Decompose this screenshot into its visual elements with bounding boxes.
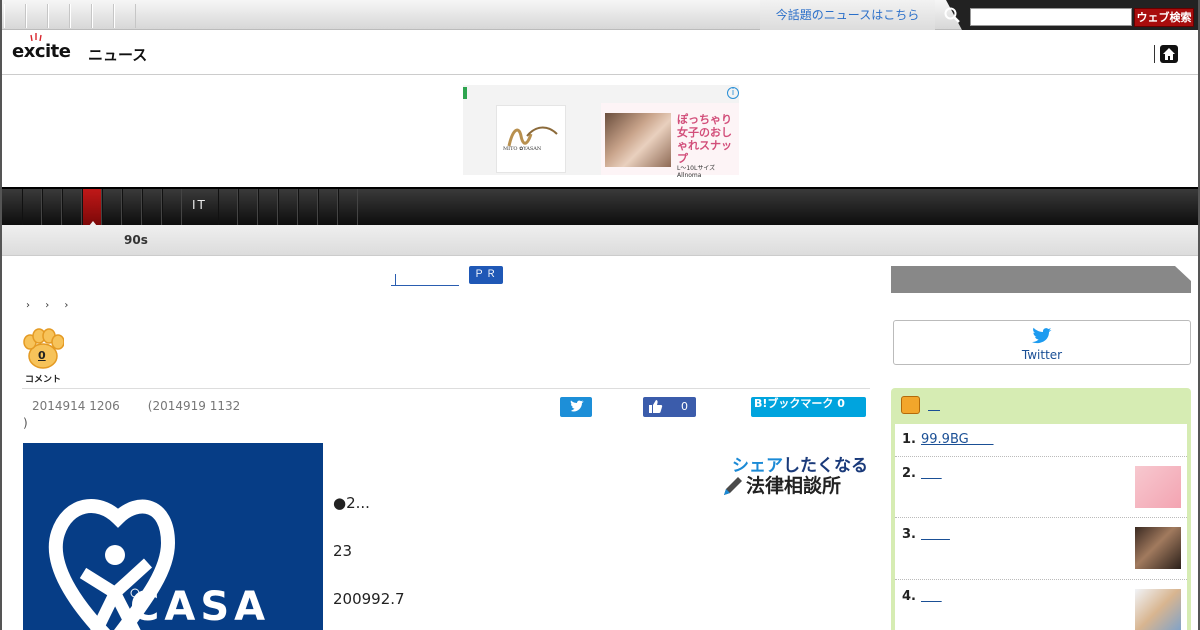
ad-brand-name: MITO ✿YASAN: [503, 146, 542, 152]
category-tab[interactable]: [102, 189, 122, 225]
article-dates: 2014914 1206 (2014919 1132: [32, 399, 240, 413]
facebook-like-button[interactable]: 0: [643, 397, 696, 417]
category-tab[interactable]: [122, 189, 142, 225]
category-tab[interactable]: [318, 189, 338, 225]
comment-count[interactable]: 0: [38, 349, 46, 362]
ad-brand-logo[interactable]: MITO ✿YASAN: [496, 105, 566, 173]
category-tab[interactable]: [142, 189, 162, 225]
ad-banner-copy: ぽっちゃり女子のおしゃれスナップ: [677, 113, 732, 165]
divider: [22, 388, 870, 389]
brand-monogram-icon: [507, 126, 558, 147]
category-nav: [2, 187, 1198, 226]
logo-subtitle: ニュース: [88, 46, 148, 64]
top-bar: 今話題のニュースはこちら ウェブ検索: [2, 0, 1198, 30]
ranking-item[interactable]: 3.: [895, 518, 1187, 580]
ad-banner-footer: L〜10Lサイズ Allnoma: [677, 165, 716, 179]
home-icon: [1163, 48, 1175, 60]
ranking-icon: [901, 396, 920, 414]
ranking-list: 1. 99.9BG 2. 3. 4.: [895, 424, 1187, 630]
home-button[interactable]: [1160, 45, 1178, 63]
breadcrumb: › › ›: [26, 300, 80, 311]
ad-banner[interactable]: ぽっちゃり女子のおしゃれスナップ L〜10Lサイズ Allnoma: [601, 103, 739, 179]
category-tab[interactable]: [162, 189, 182, 225]
logo-text: excite: [12, 41, 71, 62]
lawyer-consult-badge[interactable]: シェアしたくなる 法律相談所: [722, 451, 870, 499]
web-search-button[interactable]: ウェブ検索: [1134, 8, 1194, 27]
article-line: 200992.7: [333, 590, 405, 608]
ranking-title[interactable]: [921, 527, 950, 542]
category-tab[interactable]: [62, 189, 82, 225]
top-tab[interactable]: [92, 4, 114, 28]
divider: [1154, 45, 1155, 63]
ad-marker: [463, 87, 467, 99]
category-tab[interactable]: [22, 189, 42, 225]
category-tab[interactable]: [218, 189, 238, 225]
pr-link[interactable]: [391, 268, 459, 286]
browser-frame: 今話題のニュースはこちら ウェブ検索 excite ニュース i MITO ✿Y…: [0, 0, 1200, 630]
ranking-item[interactable]: 1. 99.9BG: [895, 424, 1187, 457]
twitter-bird-icon: [1032, 327, 1052, 344]
ranking-title[interactable]: [921, 589, 942, 604]
site-header: excite ニュース: [2, 31, 1198, 75]
twitter-follow-box[interactable]: Twitter: [893, 320, 1191, 365]
category-tab-it[interactable]: IT: [192, 198, 207, 212]
article-body: ●2... 23 200992.7: [333, 494, 405, 630]
comment-label: コメント: [25, 375, 62, 385]
category-tab-active[interactable]: [82, 189, 102, 226]
category-tab[interactable]: [42, 189, 62, 225]
search-icon: [944, 7, 960, 23]
ranking-item[interactable]: 4.: [895, 580, 1187, 630]
excite-logo[interactable]: excite: [12, 33, 71, 62]
twitter-label: Twitter: [1021, 348, 1063, 362]
ranking-number: 4.: [902, 589, 916, 604]
breadcrumb-separator: ›: [45, 300, 50, 311]
category-tab[interactable]: [238, 189, 258, 225]
breadcrumb-separator: ›: [26, 300, 30, 311]
lawyer-badge-bottom: 法律相談所: [746, 475, 842, 497]
sub-nav: 90s: [2, 225, 1198, 256]
ranking-number: 3.: [902, 527, 916, 542]
casa-logo-text: CASA: [130, 584, 271, 630]
ranking-title[interactable]: 99.9BG: [921, 432, 994, 447]
top-tab[interactable]: [48, 4, 70, 28]
ad-photo: [605, 113, 671, 167]
category-tab[interactable]: [338, 189, 358, 225]
thumbs-up-icon: [649, 400, 663, 413]
ad-info-icon[interactable]: i: [727, 87, 739, 99]
updated-date: (2014919 1132: [147, 399, 241, 413]
article-line: 23: [333, 542, 353, 560]
advertisement[interactable]: i MITO ✿YASAN ぽっちゃり女子のおしゃれスナップ L〜10Lサイズ …: [463, 85, 739, 179]
ranking-thumbnail[interactable]: [1135, 589, 1181, 630]
twitter-share-button[interactable]: [560, 397, 592, 417]
ranking-thumbnail[interactable]: [1135, 527, 1181, 569]
subnav-item[interactable]: 90s: [124, 233, 148, 247]
ranking-item[interactable]: 2.: [895, 457, 1187, 518]
breadcrumb-separator: ›: [64, 300, 69, 311]
logo-spark-icon: [30, 33, 42, 41]
hatena-bookmark-button[interactable]: B!ブックマーク 0: [751, 397, 866, 417]
sidebar-header: [891, 266, 1191, 293]
top-tab[interactable]: [4, 4, 26, 28]
ranking-number: 2.: [902, 466, 916, 481]
ranking-title[interactable]: [921, 466, 942, 481]
search-input[interactable]: [970, 8, 1132, 26]
category-tab[interactable]: [298, 189, 318, 225]
article-line: ●2...: [333, 494, 370, 512]
facebook-like-count: 0: [681, 400, 688, 413]
top-tab[interactable]: [70, 4, 92, 28]
ranking-thumbnail[interactable]: [1135, 466, 1181, 508]
top-tab[interactable]: [26, 4, 48, 28]
pen-icon: [724, 477, 742, 495]
posted-date: 2014914 1206: [32, 399, 120, 413]
top-tab[interactable]: [114, 4, 136, 28]
ranking-header-link[interactable]: [928, 400, 940, 411]
ranking-box: 1. 99.9BG 2. 3. 4.: [891, 388, 1191, 630]
category-tab[interactable]: [258, 189, 278, 225]
ranking-number: 1.: [902, 432, 916, 447]
pr-badge: ＰＲ: [469, 266, 503, 284]
twitter-bird-icon: [570, 400, 584, 412]
category-tab[interactable]: [278, 189, 298, 225]
trending-news-link[interactable]: 今話題のニュースはこちら: [760, 0, 935, 30]
updated-date-close: ): [23, 416, 28, 430]
